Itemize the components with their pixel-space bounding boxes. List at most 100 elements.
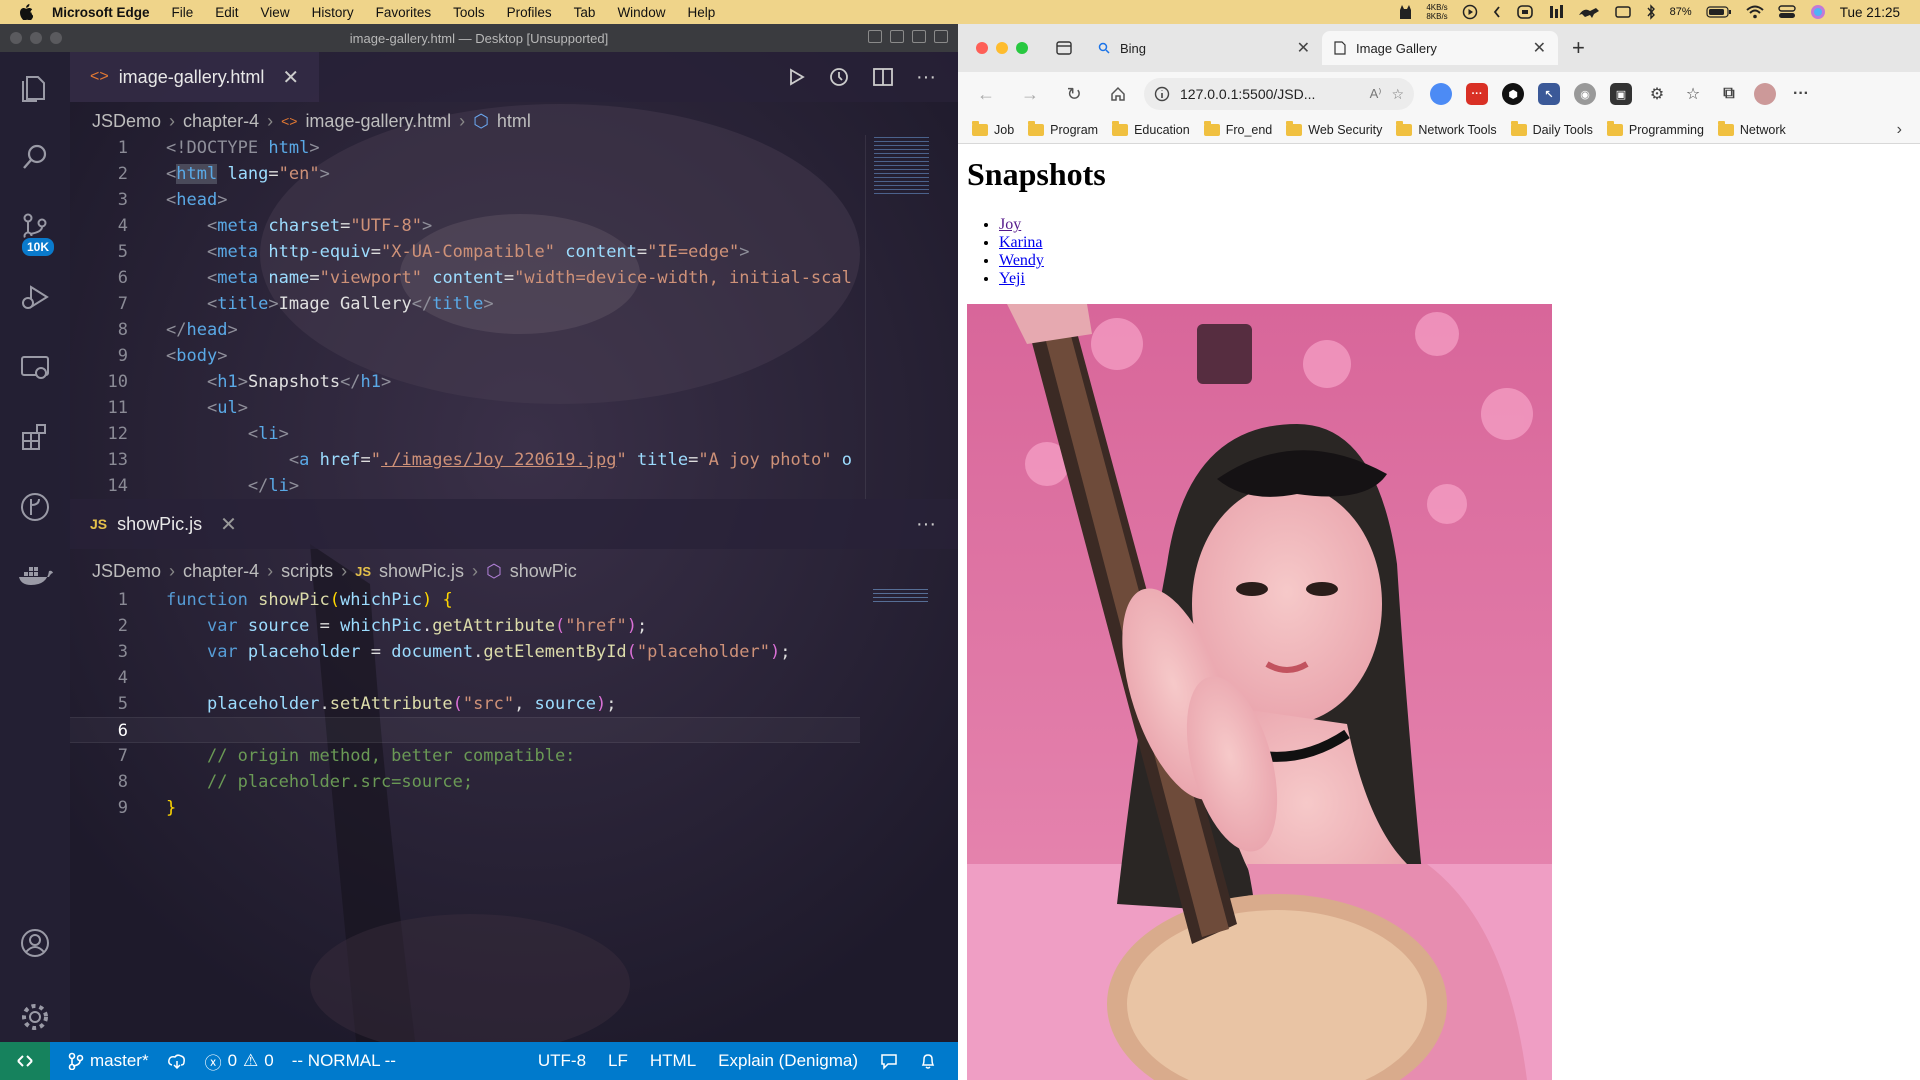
accounts-icon[interactable] [0,908,70,978]
menu-history[interactable]: History [312,5,354,20]
branch-indicator[interactable]: master* [68,1051,149,1071]
apple-icon[interactable] [0,4,52,20]
read-aloud-icon[interactable]: A⁾ [1370,86,1382,102]
run-debug-icon[interactable] [0,262,70,332]
explorer-icon[interactable] [0,52,70,122]
timeline-history-icon[interactable] [828,66,850,88]
link-wendy[interactable]: Wendy [999,252,1044,269]
refresh-icon[interactable]: ↻ [1052,72,1096,116]
favorites-icon[interactable]: ☆ [1682,83,1704,105]
favorite-folder-job[interactable]: Job [972,120,1014,137]
screen-mirror-icon[interactable] [1614,5,1632,19]
source-control-icon[interactable]: 10K [0,192,70,262]
tab-image-gallery[interactable]: Image Gallery ✕ [1322,31,1558,65]
add-favorite-icon[interactable]: ☆ [1391,86,1404,103]
zoom-window-button[interactable] [50,32,62,44]
control-center-icon[interactable] [1778,5,1796,19]
address-bar[interactable]: 127.0.0.1:5500/JSD... A⁾ ☆ [1144,78,1414,110]
wifi-icon[interactable] [1746,5,1764,19]
breadcrumb-item[interactable]: scripts [281,561,333,582]
docker-icon[interactable] [0,542,70,612]
breadcrumb-item[interactable]: html [497,111,531,132]
breadcrumb-item[interactable]: chapter-4 [183,561,259,582]
cat-icon[interactable] [1398,4,1412,20]
home-icon[interactable] [1096,72,1140,116]
runcat-icon[interactable] [1578,5,1600,19]
chevron-right-icon[interactable]: › [1897,121,1902,139]
notifications-bell-icon[interactable] [920,1052,936,1070]
code-editor-top[interactable]: 1 <!DOCTYPE html> 2 <html lang="en"> 3 <hea… [70,135,860,499]
close-window-button[interactable] [10,32,22,44]
run-file-icon[interactable] [786,67,806,87]
battery-icon[interactable] [1706,6,1732,18]
close-window-button[interactable] [976,42,988,54]
breadcrumb-item[interactable]: JSDemo [92,111,161,132]
toggle-secondary-sidebar-icon[interactable] [912,30,926,43]
tab-actions-icon[interactable] [1056,41,1072,55]
chevron-left-icon[interactable] [1492,4,1502,20]
close-tab-icon[interactable]: ✕ [1297,38,1310,58]
more-actions-icon[interactable]: ··· [916,66,936,89]
close-tab-icon[interactable]: ✕ [282,65,299,90]
tab-image-gallery-html[interactable]: <> image-gallery.html ✕ [70,52,320,102]
language-indicator[interactable]: HTML [650,1051,696,1071]
close-tab-icon[interactable]: ✕ [1533,38,1546,58]
more-menu-icon[interactable]: ··· [1790,83,1812,105]
clipboard-icon[interactable] [1516,4,1534,20]
profile-avatar[interactable] [1754,83,1776,105]
git-graph-icon[interactable] [0,472,70,542]
minimap-bottom[interactable] [865,587,945,617]
link-yeji[interactable]: Yeji [999,270,1025,287]
explain-denigma-button[interactable]: Explain (Denigma) [718,1051,858,1071]
tab-showpic-js[interactable]: JS showPic.js ✕ [70,499,257,549]
menu-edit[interactable]: Edit [215,5,238,20]
menu-view[interactable]: View [261,5,290,20]
favorite-folder-daily-tools[interactable]: Daily Tools [1510,120,1593,137]
encoding-indicator[interactable]: UTF-8 [538,1051,586,1071]
extensions-icon[interactable] [0,402,70,472]
breadcrumb-item[interactable]: showPic.js [379,561,464,582]
minimize-window-button[interactable] [996,42,1008,54]
menu-window[interactable]: Window [617,5,665,20]
extension-hexagon-icon[interactable]: ⬢ [1502,83,1524,105]
zoom-window-button[interactable] [1016,42,1028,54]
menu-tab[interactable]: Tab [574,5,596,20]
remote-explorer-icon[interactable] [0,332,70,402]
app-name-menu[interactable]: Microsoft Edge [52,5,150,20]
forward-arrow-icon[interactable]: → [1008,72,1052,116]
link-karina[interactable]: Karina [999,234,1043,251]
link-joy[interactable]: Joy [999,216,1021,233]
back-arrow-icon[interactable]: ← [964,72,1008,116]
bluetooth-icon[interactable] [1646,4,1656,20]
favorite-folder-fro-end[interactable]: Fro_end [1203,120,1272,137]
breadcrumb-item[interactable]: showPic [510,561,577,582]
sync-icon[interactable] [167,1053,187,1069]
equalizer-icon[interactable] [1548,4,1564,20]
remote-indicator-icon[interactable] [0,1042,50,1080]
problems-indicator[interactable]: ⓧ 0 ⚠ 0 [205,1049,274,1074]
customize-layout-icon[interactable] [934,30,948,43]
menu-profiles[interactable]: Profiles [507,5,552,20]
split-editor-icon[interactable] [872,67,894,87]
breadcrumb-item[interactable]: chapter-4 [183,111,259,132]
siri-icon[interactable] [1810,4,1826,20]
favorite-folder-web-security[interactable]: Web Security [1286,120,1382,137]
menu-help[interactable]: Help [687,5,715,20]
extension-lastpass-icon[interactable]: ··· [1466,83,1488,105]
extension-cursor-icon[interactable]: ↖ [1538,83,1560,105]
favorite-folder-education[interactable]: Education [1112,120,1190,137]
collections-icon[interactable]: ⧉ [1718,83,1740,105]
play-icon[interactable] [1462,4,1478,20]
minimap-top[interactable] [865,135,945,499]
eol-indicator[interactable]: LF [608,1051,628,1071]
search-icon[interactable] [0,122,70,192]
favorite-folder-network-tools[interactable]: Network Tools [1396,120,1497,137]
menu-favorites[interactable]: Favorites [376,5,432,20]
extension-owl-icon[interactable]: ◉ [1574,83,1596,105]
toggle-primary-sidebar-icon[interactable] [868,30,882,43]
toggle-panel-icon[interactable] [890,30,904,43]
minimize-window-button[interactable] [30,32,42,44]
info-icon[interactable] [1154,86,1170,102]
breadcrumb-item[interactable]: image-gallery.html [305,111,451,132]
extension-shield-icon[interactable] [1430,83,1452,105]
